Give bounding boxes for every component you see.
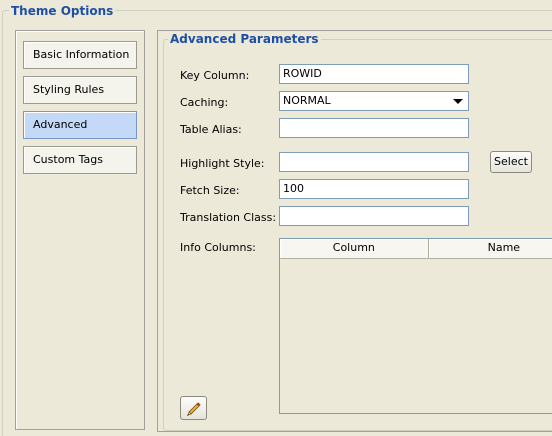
tab-styling-rules[interactable]: Styling Rules [23,76,137,104]
caching-select-value: NORMAL [283,94,331,107]
tab-panel: Basic Information Styling Rules Advanced… [15,30,145,430]
tab-custom-tags[interactable]: Custom Tags [23,146,137,174]
column-header-name[interactable]: Name [428,239,552,258]
chevron-down-icon[interactable] [453,99,463,104]
table-alias-label: Table Alias: [180,123,242,136]
highlight-style-label: Highlight Style: [180,157,265,170]
caching-label: Caching: [180,96,229,109]
column-header-column[interactable]: Column [280,239,429,258]
advanced-panel: Advanced Parameters Key Column: ROWID Ca… [157,30,552,432]
highlight-style-input[interactable] [279,152,469,172]
tab-basic-information[interactable]: Basic Information [23,41,137,69]
translation-class-label: Translation Class: [180,211,277,224]
advanced-parameters-title: Advanced Parameters [168,32,321,46]
theme-options-page: Theme Options Basic Information Styling … [0,0,552,436]
advanced-parameters-group: Advanced Parameters Key Column: ROWID Ca… [163,32,552,431]
theme-options-title: Theme Options [9,4,116,18]
edit-button[interactable] [180,396,207,420]
pencil-icon [187,402,201,416]
fetch-size-label: Fetch Size: [180,184,240,197]
fetch-size-input[interactable]: 100 [279,179,469,199]
tab-advanced[interactable]: Advanced [23,111,137,139]
info-columns-table[interactable]: Column Name [279,238,552,414]
select-button[interactable]: Select [490,151,532,173]
info-columns-label: Info Columns: [180,241,256,254]
table-header: Column Name [280,239,552,259]
key-column-input[interactable]: ROWID [279,64,469,84]
key-column-label: Key Column: [180,69,250,82]
caching-select[interactable]: NORMAL [279,91,469,111]
translation-class-input[interactable] [279,206,469,226]
table-alias-input[interactable] [279,118,469,138]
